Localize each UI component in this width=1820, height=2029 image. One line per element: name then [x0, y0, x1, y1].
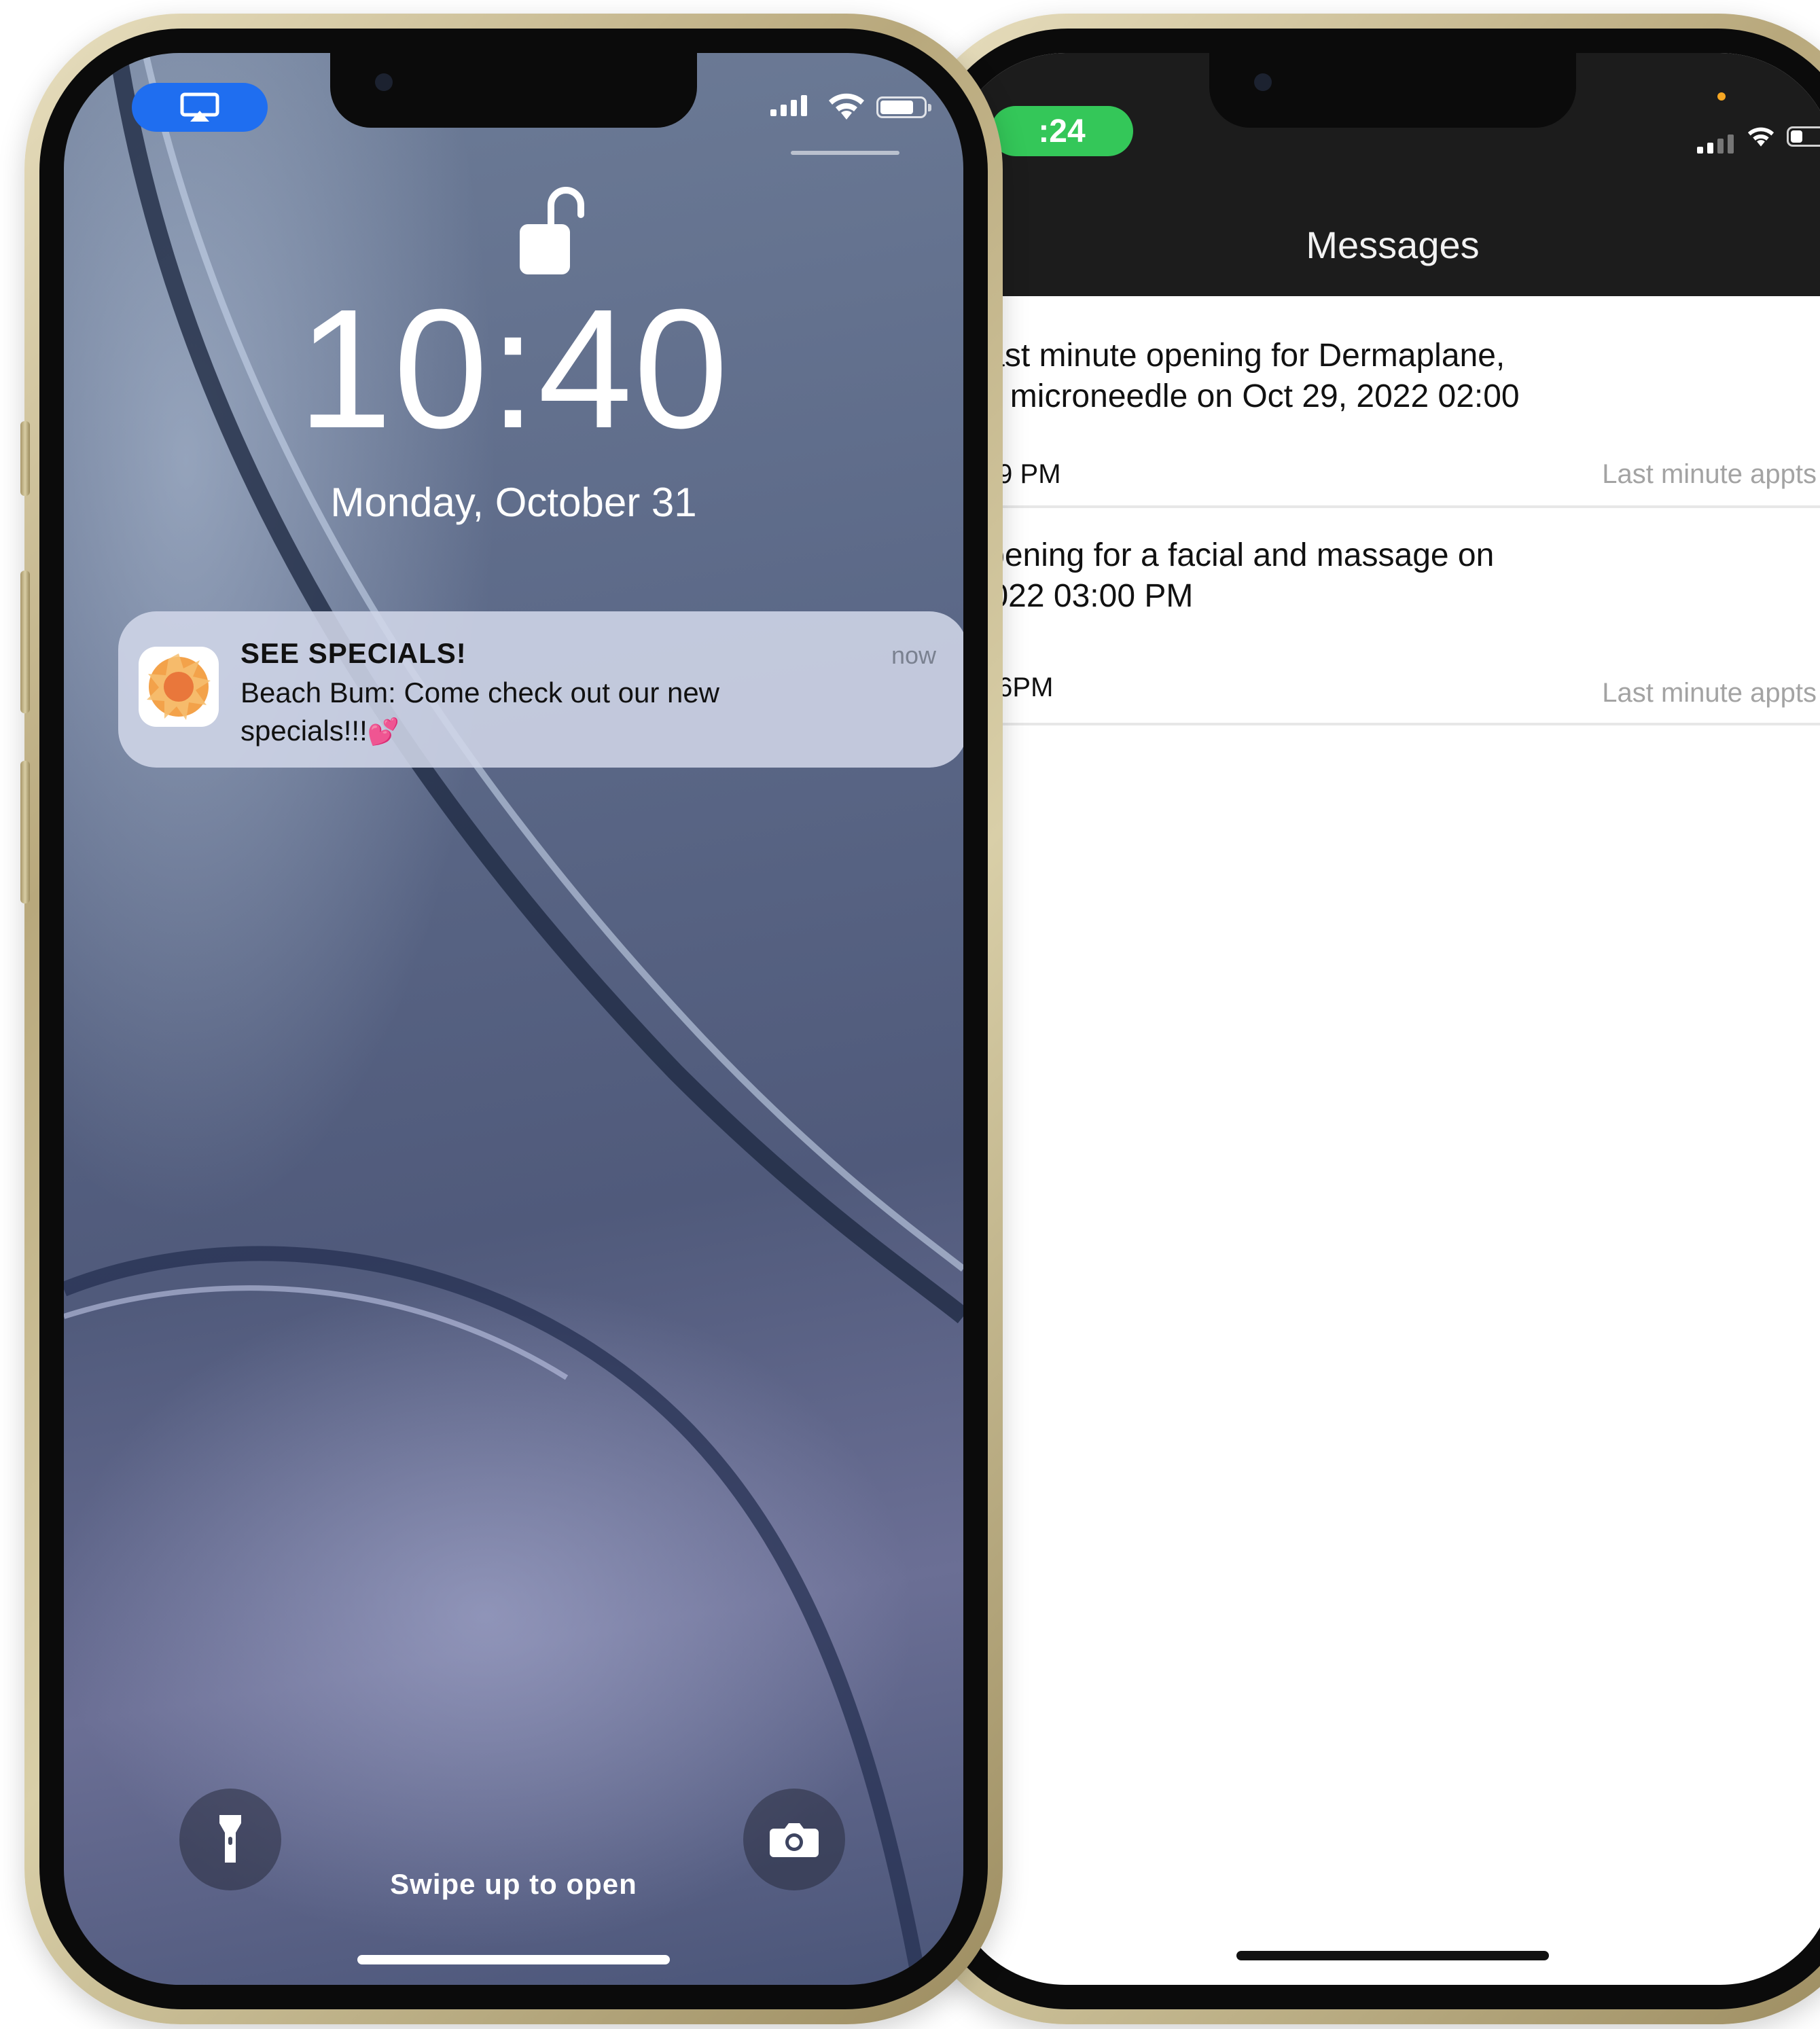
- front-camera: [1254, 73, 1272, 91]
- battery-icon: [1787, 126, 1820, 147]
- battery-level: [1791, 130, 1803, 143]
- messages-screen: :24 Messages have a Last minute opening …: [950, 53, 1820, 1985]
- phone-lock-screen: 10:40 Monday, October 31 SEE SPECIALS! n…: [20, 14, 1003, 2024]
- home-indicator[interactable]: [357, 1955, 670, 1964]
- control-center-indicator: [791, 151, 899, 155]
- airplay-pill[interactable]: [132, 83, 268, 132]
- lock-date: Monday, October 31: [330, 480, 697, 525]
- lock-screen: 10:40 Monday, October 31 SEE SPECIALS! n…: [64, 53, 963, 1985]
- volume-up-button: [20, 571, 30, 713]
- message-card[interactable]: ave an opening for a facial and massage …: [950, 522, 1820, 725]
- front-camera: [375, 73, 393, 91]
- airplay-icon: [180, 92, 219, 122]
- notification-title: SEE SPECIALS!: [240, 637, 467, 669]
- notch: [330, 53, 697, 128]
- cellular-signal-icon: [770, 95, 807, 116]
- flashlight-icon: [219, 1815, 241, 1863]
- message-card[interactable]: have a Last minute opening for Dermaplan…: [950, 311, 1820, 508]
- battery-icon: [876, 96, 931, 118]
- notification-body-text: Beach Bum: Come check out our new specia…: [240, 677, 720, 747]
- status-bar: [64, 53, 963, 155]
- wifi-icon: [1747, 127, 1774, 147]
- message-text: ave an opening for a facial and massage …: [950, 537, 1495, 614]
- notification-banner[interactable]: SEE SPECIALS! now Beach Bum: Come check …: [118, 611, 963, 768]
- notification-time: now: [891, 641, 936, 669]
- unlocked-padlock-icon: [520, 187, 584, 274]
- message-category: Last minute appts: [1602, 459, 1817, 489]
- messages-header: :24 Messages: [950, 53, 1820, 296]
- swipe-hint: Swipe up to open: [390, 1868, 637, 1900]
- mute-switch: [20, 421, 30, 496]
- lock-clock: 10:40: [298, 274, 730, 463]
- home-indicator[interactable]: [1236, 1951, 1549, 1960]
- privacy-indicator-dot: [1717, 92, 1726, 101]
- wifi-icon: [829, 93, 864, 120]
- status-time-pill[interactable]: :24: [991, 106, 1133, 156]
- volume-down-button: [20, 761, 30, 903]
- camera-icon: [770, 1823, 819, 1857]
- battery-level: [880, 101, 913, 114]
- phone-messages: :24 Messages have a Last minute opening …: [906, 14, 1820, 2024]
- notification-body: Beach Bum: Come check out our new specia…: [240, 674, 852, 751]
- status-time: :24: [1038, 113, 1086, 149]
- cellular-signal-icon: [1697, 134, 1734, 154]
- message-text: have a Last minute opening for Dermaplan…: [950, 338, 1520, 414]
- notch: [1209, 53, 1576, 128]
- notification-emoji: 💕: [367, 718, 400, 747]
- header-title: Messages: [1306, 223, 1480, 266]
- app-icon: [139, 647, 219, 727]
- message-category: Last minute appts: [1602, 678, 1817, 708]
